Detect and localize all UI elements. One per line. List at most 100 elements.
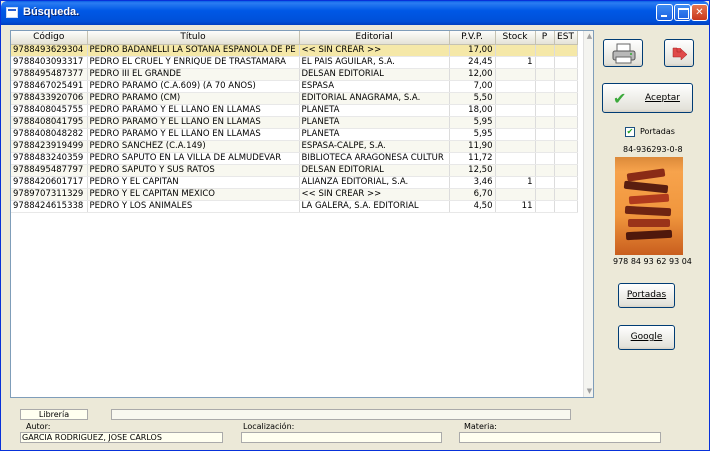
vertical-scrollbar[interactable]: ▲ ▼ xyxy=(583,31,593,397)
col-header-pvp[interactable]: P.V.P. xyxy=(449,31,496,45)
cell-stock xyxy=(495,164,536,177)
print-button[interactable] xyxy=(603,39,643,67)
results-grid[interactable]: Código Título Editorial P.V.P. Stock P E… xyxy=(10,30,594,398)
cell-stock xyxy=(495,116,536,129)
cell-stock xyxy=(495,92,536,105)
cell-codigo: 9788483240359 xyxy=(11,152,88,165)
table-row[interactable]: 9788433920706 PEDRO PARAMO (CM) EDITORIAL … xyxy=(11,92,578,105)
cell-pvp: 11,90 xyxy=(449,140,496,153)
cell-est xyxy=(554,116,578,129)
table-row[interactable]: 9788493629304 PEDRO BADANELLI LA SOTANA E… xyxy=(11,44,578,57)
maximize-button[interactable] xyxy=(674,4,691,21)
search-window: Búsqueda. ✕ Código Título Editorial P.V.… xyxy=(0,0,710,451)
cell-p xyxy=(535,44,555,57)
cell-editorial: << SIN CREAR >> xyxy=(299,188,450,201)
cell-est xyxy=(554,80,578,93)
minimize-button[interactable] xyxy=(656,4,673,21)
cell-p xyxy=(535,80,555,93)
cell-pvp: 24,45 xyxy=(449,56,496,69)
cell-codigo: 9788408048282 xyxy=(11,128,88,141)
cell-titulo: PEDRO PARAMO (CM) xyxy=(87,92,300,105)
cell-pvp: 5,50 xyxy=(449,92,496,105)
cell-stock xyxy=(495,44,536,57)
printer-icon xyxy=(612,43,636,64)
cell-titulo: PEDRO Y LOS ANIMALES xyxy=(87,200,300,213)
cell-codigo: 9789707311329 xyxy=(11,188,88,201)
cell-est xyxy=(554,152,578,165)
google-button-label: Google xyxy=(630,332,663,342)
col-header-est[interactable]: EST xyxy=(554,31,578,45)
title-bar[interactable]: Búsqueda. ✕ xyxy=(1,1,709,25)
cell-p xyxy=(535,104,555,117)
cell-codigo: 9788433920706 xyxy=(11,92,88,105)
cell-pvp: 5,95 xyxy=(449,116,496,129)
portadas-checkbox[interactable]: ✔ xyxy=(625,127,635,137)
cell-stock: 1 xyxy=(495,176,536,189)
col-header-stock[interactable]: Stock xyxy=(495,31,536,45)
cell-p xyxy=(535,188,555,201)
cell-titulo: PEDRO PARAMO Y EL LLANO EN LLAMAS xyxy=(87,104,300,117)
cell-p xyxy=(535,152,555,165)
col-header-p[interactable]: P xyxy=(535,31,555,45)
col-header-editorial[interactable]: Editorial xyxy=(299,31,450,45)
table-row[interactable]: 9788403093317 PEDRO EL CRUEL Y ENRIQUE DE… xyxy=(11,56,578,69)
cell-pvp: 3,46 xyxy=(449,176,496,189)
portadas-button[interactable]: Portadas xyxy=(618,283,675,308)
cell-est xyxy=(554,140,578,153)
cell-pvp: 6,70 xyxy=(449,188,496,201)
cell-est xyxy=(554,188,578,201)
exit-button[interactable] xyxy=(664,39,694,67)
cell-titulo: PEDRO SAPUTO Y SUS RATOS xyxy=(87,164,300,177)
close-button[interactable]: ✕ xyxy=(691,4,708,21)
col-header-titulo[interactable]: Título xyxy=(87,31,300,45)
table-row[interactable]: 9788495487377 PEDRO III EL GRANDE DELSAN E… xyxy=(11,68,578,81)
google-button[interactable]: Google xyxy=(618,325,675,350)
cell-p xyxy=(535,116,555,129)
libreria-tab[interactable]: Librería xyxy=(20,409,88,420)
scroll-up-arrow-icon[interactable]: ▲ xyxy=(584,31,593,42)
cell-titulo: PEDRO PARAMO Y EL LLANO EN LLAMAS xyxy=(87,128,300,141)
scroll-down-arrow-icon[interactable]: ▼ xyxy=(584,386,593,397)
table-row[interactable]: 9788424615338 PEDRO Y LOS ANIMALES LA GALE… xyxy=(11,200,578,213)
table-row[interactable]: 9788483240359 PEDRO SAPUTO EN LA VILLA DE… xyxy=(11,152,578,165)
cell-codigo: 9788408045755 xyxy=(11,104,88,117)
accept-button[interactable]: ✔ Aceptar xyxy=(602,83,693,113)
cell-titulo: PEDRO BADANELLI LA SOTANA ESPAÑOLA DE PE xyxy=(87,44,300,57)
cell-p xyxy=(535,164,555,177)
cell-codigo: 9788467025491 xyxy=(11,80,88,93)
table-row[interactable]: 9788408048282 PEDRO PARAMO Y EL LLANO EN … xyxy=(11,128,578,141)
cell-p xyxy=(535,56,555,69)
table-row[interactable]: 9788408045755 PEDRO PARAMO Y EL LLANO EN … xyxy=(11,104,578,117)
table-row[interactable]: 9789707311329 PEDRO Y EL CAPITAN MEXICO <<… xyxy=(11,188,578,201)
table-row[interactable]: 9788423919499 PEDRO SANCHEZ (C.A.149) ESPA… xyxy=(11,140,578,153)
cell-codigo: 9788493629304 xyxy=(11,44,88,57)
cell-est xyxy=(554,128,578,141)
table-header-row: Código Título Editorial P.V.P. Stock P E… xyxy=(11,31,578,45)
cell-editorial: PLANETA xyxy=(299,104,450,117)
cell-pvp: 17,00 xyxy=(449,44,496,57)
table-row[interactable]: 9788495487797 PEDRO SAPUTO Y SUS RATOS DEL… xyxy=(11,164,578,177)
cell-pvp: 11,72 xyxy=(449,152,496,165)
cell-editorial: LA GALERA, S.A. EDITORIAL xyxy=(299,200,450,213)
cell-p xyxy=(535,176,555,189)
autor-label: Autor: xyxy=(26,422,51,431)
materia-label: Materia: xyxy=(464,422,497,431)
cell-titulo: PEDRO Y EL CAPITAN xyxy=(87,176,300,189)
table-row[interactable]: 9788420601717 PEDRO Y EL CAPITAN ALIANZA E… xyxy=(11,176,578,189)
col-header-codigo[interactable]: Código xyxy=(11,31,88,45)
cell-pvp: 12,50 xyxy=(449,164,496,177)
cell-editorial: EDITORIAL ANAGRAMA, S.A. xyxy=(299,92,450,105)
cell-editorial: DELSAN EDITORIAL xyxy=(299,68,450,81)
cell-codigo: 9788403093317 xyxy=(11,56,88,69)
cell-stock xyxy=(495,152,536,165)
cell-p xyxy=(535,68,555,81)
cell-stock xyxy=(495,80,536,93)
accept-label: Aceptar xyxy=(645,93,680,103)
cell-titulo: PEDRO SANCHEZ (C.A.149) xyxy=(87,140,300,153)
cell-est xyxy=(554,68,578,81)
exit-arrow-icon xyxy=(672,47,688,61)
table-row[interactable]: 9788408041795 PEDRO PARAMO Y EL LLANO EN … xyxy=(11,116,578,129)
cell-titulo: PEDRO Y EL CAPITAN MEXICO xyxy=(87,188,300,201)
cell-est xyxy=(554,44,578,57)
table-row[interactable]: 9788467025491 PEDRO PARAMO (C.A.609) (A 7… xyxy=(11,80,578,93)
